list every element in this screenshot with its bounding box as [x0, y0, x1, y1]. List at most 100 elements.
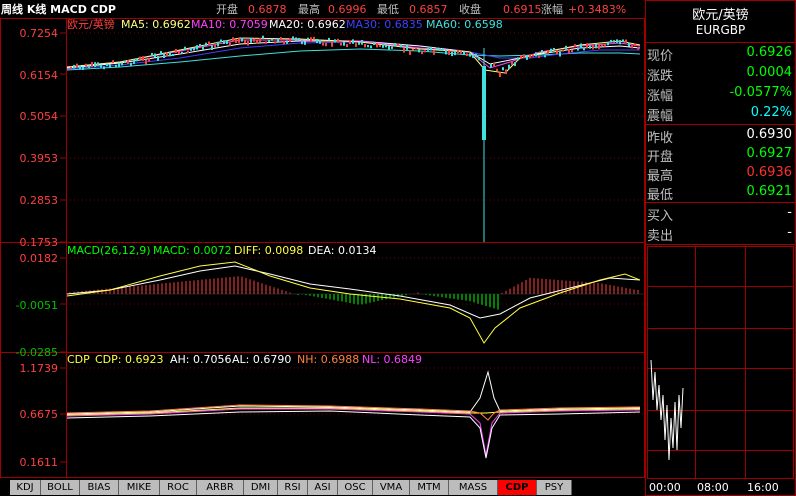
chart-area[interactable]: 0.7254 0.6154 0.5054 0.3953 0.2853 0.175… — [0, 18, 645, 478]
candle — [166, 52, 168, 57]
tab-mike[interactable]: MIKE — [119, 480, 160, 495]
candle — [634, 43, 636, 47]
tab-psy[interactable]: PSY — [537, 480, 572, 495]
candle — [226, 40, 228, 45]
candle — [268, 39, 270, 43]
candle — [409, 50, 411, 55]
candle — [172, 53, 174, 57]
candle — [586, 43, 588, 49]
tab-dmi[interactable]: DMI — [244, 480, 278, 495]
candle — [469, 53, 471, 57]
candle — [97, 62, 99, 66]
candle — [292, 36, 294, 40]
ah-legend: AH: 0.7056 — [170, 353, 232, 366]
candle — [385, 43, 387, 48]
candle — [391, 46, 393, 49]
candle — [202, 46, 204, 50]
tab-roc[interactable]: ROC — [160, 480, 197, 495]
low-label: 最低 — [377, 3, 399, 16]
candle — [307, 37, 309, 40]
candle — [574, 44, 576, 48]
candle — [259, 37, 261, 43]
tab-boll[interactable]: BOLL — [41, 480, 80, 495]
candle — [439, 48, 441, 51]
candle — [277, 37, 279, 42]
candle — [100, 64, 102, 68]
tab-asi[interactable]: ASI — [308, 480, 338, 495]
al-legend: AL: 0.6790 — [232, 353, 291, 366]
candle — [436, 47, 438, 50]
candle — [541, 50, 543, 53]
candle — [304, 41, 306, 45]
candle — [532, 54, 534, 57]
candle — [355, 43, 357, 47]
cdp-legend: CDP: 0.6923 — [95, 353, 163, 366]
tab-mass[interactable]: MASS — [449, 480, 498, 495]
cdp-y-tick: 0.6675 — [20, 408, 59, 421]
candle — [244, 39, 246, 44]
quote-value: 0.6936 — [746, 165, 793, 180]
candle — [121, 62, 123, 66]
quote-panel: 欧元/英镑 EURGBP 现价 0.6926 涨跌 0.0004 涨幅 -0.0… — [645, 0, 796, 496]
main-y-tick: 0.3953 — [20, 152, 59, 165]
candle — [145, 59, 147, 65]
candle — [502, 67, 504, 71]
candle — [394, 42, 396, 47]
candle — [193, 47, 195, 51]
candle — [241, 37, 243, 42]
candle — [358, 42, 360, 45]
candle — [184, 46, 186, 51]
quote-row-ask: 卖出 - — [645, 222, 796, 244]
candle — [205, 42, 207, 46]
quote-value: 0.6921 — [746, 184, 793, 199]
candle — [319, 39, 321, 44]
quote-label: 卖出 — [647, 229, 674, 244]
candle — [577, 47, 579, 51]
tab-cdp[interactable]: CDP — [498, 480, 537, 495]
candle — [124, 60, 126, 64]
quote-row-price: 现价 0.6926 — [645, 42, 796, 64]
candle — [148, 57, 150, 62]
macd-legend: MACD: 0.0072 — [153, 244, 232, 257]
tab-osc[interactable]: OSC — [338, 480, 373, 495]
main-y-tick: 0.2853 — [20, 194, 59, 207]
candle — [616, 39, 618, 43]
candle — [598, 44, 600, 49]
candle — [283, 41, 285, 45]
candle — [454, 50, 456, 56]
candle — [160, 51, 162, 55]
ma60-legend: MA60: 0.6598 — [426, 18, 503, 31]
tab-kdj[interactable]: KDJ — [10, 480, 41, 495]
quote-value: - — [787, 205, 792, 220]
tab-vma[interactable]: VMA — [373, 480, 410, 495]
candle — [400, 44, 402, 48]
candle — [217, 41, 219, 47]
quote-label: 震幅 — [647, 109, 674, 124]
candle — [142, 56, 144, 61]
main-y-tick: 0.7254 — [20, 27, 59, 40]
tab-rsi[interactable]: RSI — [278, 480, 308, 495]
candle — [190, 47, 192, 51]
candle — [154, 53, 156, 58]
low-value: 0.6857 — [409, 3, 448, 16]
main-y-tick: 0.5054 — [20, 110, 59, 123]
candle — [520, 55, 522, 59]
quote-row-bid: 买入 - — [645, 202, 796, 224]
candle — [352, 39, 354, 44]
candle — [619, 40, 621, 45]
candle — [340, 42, 342, 46]
candle — [433, 49, 435, 55]
quote-label: 最低 — [647, 188, 674, 203]
candle — [256, 39, 258, 44]
candle — [235, 38, 237, 44]
tab-arbr[interactable]: ARBR — [197, 480, 244, 495]
al-line — [66, 410, 641, 459]
tab-mtm[interactable]: MTM — [410, 480, 449, 495]
change-value: +0.3483% — [568, 3, 627, 16]
candle — [85, 63, 87, 67]
candle — [421, 51, 423, 55]
tab-bias[interactable]: BIAS — [80, 480, 119, 495]
candle — [112, 60, 114, 63]
candle — [298, 37, 300, 41]
candle — [535, 52, 537, 57]
